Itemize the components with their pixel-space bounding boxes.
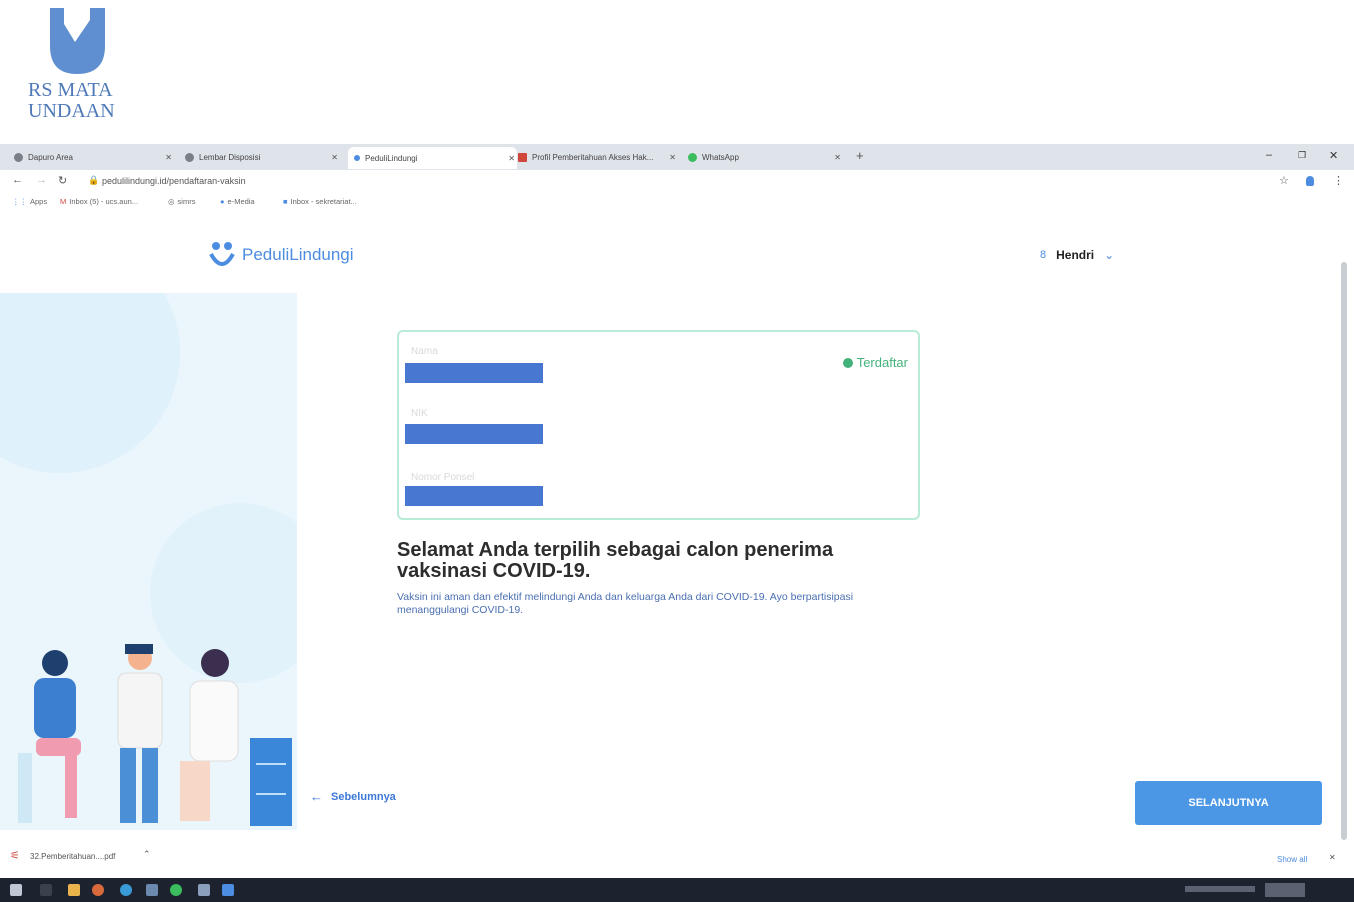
status-text: Terdaftar bbox=[856, 355, 908, 370]
whatsapp-icon bbox=[688, 153, 697, 162]
vaccination-illustration bbox=[0, 293, 297, 830]
tab-lembar-disposisi[interactable]: Lembar Disposisi ✕ bbox=[185, 149, 340, 166]
tab-label: Lembar Disposisi bbox=[199, 153, 261, 162]
windows-start-icon[interactable] bbox=[10, 884, 22, 896]
close-tab-icon[interactable]: ✕ bbox=[508, 154, 515, 163]
tab-label: Profil Pemberitahuan Akses Hak... bbox=[532, 153, 654, 162]
status-badge: Terdaftar bbox=[842, 355, 908, 370]
chrome-icon[interactable] bbox=[92, 884, 104, 896]
user-menu[interactable]: 8 Hendri ⌄ bbox=[1040, 248, 1114, 262]
pedulilindungi-icon bbox=[354, 155, 360, 161]
page-title: Selamat Anda terpilih sebagai calon pene… bbox=[397, 539, 834, 582]
globe-icon bbox=[185, 153, 194, 162]
address-bar: ← → ↻ 🔒 pedulilindungi.id/pendaftaran-va… bbox=[0, 170, 1354, 192]
nik-value-redacted bbox=[405, 424, 543, 444]
previous-link[interactable]: ← Sebelumnya bbox=[310, 789, 396, 804]
chevron-down-icon: ⌄ bbox=[1104, 248, 1115, 262]
download-file[interactable]: 32.Pemberitahuan....pdf bbox=[30, 852, 115, 861]
file-explorer-icon[interactable] bbox=[68, 884, 80, 896]
page-scrollbar[interactable] bbox=[1341, 262, 1347, 840]
reload-icon[interactable]: ↻ bbox=[58, 174, 67, 187]
mail-icon bbox=[518, 153, 527, 162]
user-name: Hendri bbox=[1056, 248, 1095, 262]
tab-pedulilindungi[interactable]: PeduliLindungi ✕ bbox=[348, 147, 517, 169]
globe-icon bbox=[14, 153, 23, 162]
url-field[interactable]: pedulilindungi.id/pendaftaran-vaksin bbox=[102, 176, 246, 186]
tab-profil[interactable]: Profil Pemberitahuan Akses Hak... ✕ bbox=[518, 149, 678, 166]
back-icon[interactable]: ← bbox=[12, 174, 23, 186]
next-button[interactable]: SELANJUTNYA bbox=[1135, 781, 1322, 825]
hospital-name-line2: UNDAAN bbox=[28, 100, 115, 122]
emedia-icon: ● bbox=[220, 197, 225, 206]
extension-icon[interactable] bbox=[1306, 176, 1314, 186]
tab-label: PeduliLindungi bbox=[365, 153, 418, 163]
name-label: Nama bbox=[411, 346, 438, 357]
name-value-redacted bbox=[405, 363, 543, 383]
check-badge-icon bbox=[842, 357, 853, 368]
clock[interactable] bbox=[1265, 883, 1305, 897]
close-window-button[interactable]: ✕ bbox=[1329, 149, 1338, 162]
download-bar: ⚟ 32.Pemberitahuan....pdf ⌃ Show all ✕ bbox=[0, 843, 1354, 877]
apps-grid-icon: ⋮⋮ bbox=[12, 197, 27, 206]
nik-label: NIK bbox=[411, 408, 428, 419]
close-tab-icon[interactable]: ✕ bbox=[834, 153, 841, 162]
tab-label: WhatsApp bbox=[702, 153, 739, 162]
phone-label: Nomor Ponsel bbox=[411, 472, 475, 483]
windows-taskbar bbox=[0, 878, 1354, 902]
pedulilindungi-logo-icon bbox=[209, 242, 235, 266]
app-icon[interactable] bbox=[198, 884, 210, 896]
hospital-name: RS MATA UNDAAN bbox=[28, 80, 148, 122]
pdf-icon: ⚟ bbox=[10, 850, 20, 862]
bookmark-label: Apps bbox=[30, 197, 48, 206]
chevron-up-icon[interactable]: ⌃ bbox=[143, 849, 151, 860]
bookmark-inbox[interactable]: M Inbox (5) - ucs.aun... bbox=[60, 197, 138, 206]
tab-label: Dapuro Area bbox=[28, 153, 73, 162]
brand-name: PeduliLindungi bbox=[242, 245, 354, 264]
bookmark-label: Inbox - sekretariat... bbox=[290, 197, 357, 206]
new-tab-button[interactable]: + bbox=[856, 148, 864, 163]
previous-label: Sebelumnya bbox=[331, 790, 396, 803]
bookmark-inbox-sekretariat[interactable]: ■ Inbox - sekretariat... bbox=[283, 197, 357, 206]
close-tab-icon[interactable]: ✕ bbox=[165, 153, 172, 162]
app-icon[interactable] bbox=[222, 884, 234, 896]
whatsapp-icon[interactable] bbox=[170, 884, 182, 896]
search-icon[interactable] bbox=[40, 884, 52, 896]
globe-icon: ◎ bbox=[168, 197, 175, 206]
hospital-logo-icon bbox=[50, 8, 105, 74]
hospital-name-line1: RS MATA bbox=[28, 79, 113, 101]
edge-icon[interactable] bbox=[120, 884, 132, 896]
bookmark-simrs[interactable]: ◎ simrs bbox=[168, 197, 195, 206]
close-tab-icon[interactable]: ✕ bbox=[331, 153, 338, 162]
lock-icon: 🔒 bbox=[88, 175, 100, 185]
restore-button[interactable]: ❐ bbox=[1298, 150, 1306, 161]
bookmark-apps[interactable]: ⋮⋮ Apps bbox=[12, 197, 47, 206]
registration-card: Nama NIK Nomor Ponsel Terdaftar bbox=[397, 330, 920, 520]
minimize-button[interactable]: – bbox=[1266, 149, 1272, 161]
user-icon: 8 bbox=[1040, 249, 1047, 261]
tab-dapuro[interactable]: Dapuro Area ✕ bbox=[14, 149, 174, 166]
mail-icon: M bbox=[60, 197, 67, 206]
system-tray-icons[interactable] bbox=[1185, 886, 1255, 892]
menu-icon[interactable]: ⋮ bbox=[1333, 174, 1344, 187]
bookmark-label: Inbox (5) - ucs.aun... bbox=[69, 197, 139, 206]
show-all-link[interactable]: Show all bbox=[1277, 855, 1307, 864]
mail-icon: ■ bbox=[283, 197, 288, 206]
page-subtitle: Vaksin ini aman dan efektif melindungi A… bbox=[397, 591, 854, 616]
close-downloads-icon[interactable]: ✕ bbox=[1329, 853, 1336, 862]
pedulilindungi-brand[interactable]: PeduliLindungi bbox=[208, 240, 354, 270]
phone-value-redacted bbox=[405, 486, 543, 506]
arrow-left-icon: ← bbox=[310, 789, 323, 804]
tab-whatsapp[interactable]: WhatsApp ✕ bbox=[688, 149, 843, 166]
bookmark-emedia[interactable]: ● e-Media bbox=[220, 197, 255, 206]
bookmark-label: e-Media bbox=[227, 197, 255, 206]
star-icon[interactable]: ☆ bbox=[1279, 174, 1289, 187]
vaccination-scene-icon bbox=[0, 293, 297, 826]
app-icon[interactable] bbox=[146, 884, 158, 896]
bookmark-label: simrs bbox=[177, 197, 196, 206]
forward-icon[interactable]: → bbox=[36, 174, 47, 186]
bookmarks-bar: ⋮⋮ Apps M Inbox (5) - ucs.aun... ◎ simrs… bbox=[0, 193, 1354, 211]
browser-tab-bar: Dapuro Area ✕ Lembar Disposisi ✕ PeduliL… bbox=[0, 144, 1354, 170]
close-tab-icon[interactable]: ✕ bbox=[669, 153, 676, 162]
